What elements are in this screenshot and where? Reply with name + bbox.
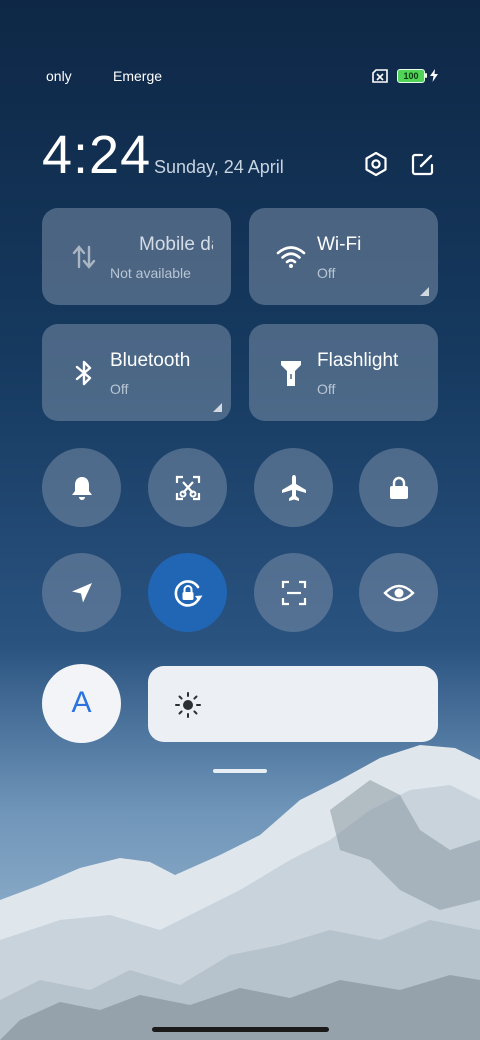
toggle-rotation-lock[interactable] <box>148 553 227 632</box>
emergency-text: Emerge <box>113 68 163 84</box>
tile-mobile-data-label: Mobile data <box>139 234 213 255</box>
battery-indicator: 100 <box>397 69 425 83</box>
scanner-icon <box>281 580 306 605</box>
mountain-wallpaper <box>0 745 480 1040</box>
brightness-icon <box>175 692 201 718</box>
settings-icon[interactable] <box>363 151 389 177</box>
home-indicator[interactable] <box>152 1027 329 1032</box>
tile-bluetooth-label: Bluetooth <box>110 350 191 371</box>
brightness-slider[interactable] <box>148 666 438 742</box>
mobile-data-icon <box>72 245 96 269</box>
toggle-lock-screen[interactable] <box>359 448 438 527</box>
flashlight-icon <box>281 361 301 386</box>
auto-brightness-label: A <box>71 686 92 719</box>
tile-bluetooth-status: Off <box>110 381 129 397</box>
lock-icon <box>389 476 408 499</box>
bluetooth-icon <box>75 360 92 386</box>
expand-corner-icon[interactable] <box>420 287 429 296</box>
airplane-icon <box>281 474 306 501</box>
screenshot-icon <box>175 475 200 500</box>
tile-mobile-data-status: Not available <box>110 265 191 281</box>
rotation-lock-icon <box>174 579 202 607</box>
no-sim-icon <box>372 69 388 83</box>
toggle-scanner[interactable] <box>254 553 333 632</box>
tile-flashlight-status: Off <box>317 381 336 397</box>
location-icon <box>71 582 92 602</box>
charging-icon <box>430 69 438 82</box>
date-text: Sunday, 24 April <box>154 157 284 177</box>
toggle-airplane[interactable] <box>254 448 333 527</box>
bell-icon <box>71 476 92 500</box>
tile-wifi-status: Off <box>317 265 336 281</box>
toggle-location[interactable] <box>42 553 121 632</box>
toggle-ringer[interactable] <box>42 448 121 527</box>
tile-wifi[interactable]: Wi-Fi Off <box>249 208 438 305</box>
tile-flashlight[interactable]: Flashlight Off <box>249 324 438 421</box>
edit-icon[interactable] <box>410 151 436 177</box>
tile-wifi-label: Wi-Fi <box>317 234 362 255</box>
carrier-text: only <box>46 68 72 84</box>
tile-mobile-data[interactable]: Mobile data Not available <box>42 208 231 305</box>
panel-drag-handle[interactable] <box>213 769 267 773</box>
clock-time: 4:24 <box>42 125 152 185</box>
toggle-screenshot[interactable] <box>148 448 227 527</box>
wifi-icon <box>276 246 306 268</box>
auto-brightness-button[interactable]: A <box>42 664 121 743</box>
toggle-reading-mode[interactable] <box>359 553 438 632</box>
tile-flashlight-label: Flashlight <box>317 350 399 371</box>
expand-corner-icon[interactable] <box>213 403 222 412</box>
tile-bluetooth[interactable]: Bluetooth Off <box>42 324 231 421</box>
battery-cap <box>425 73 427 78</box>
eye-icon <box>382 584 415 601</box>
